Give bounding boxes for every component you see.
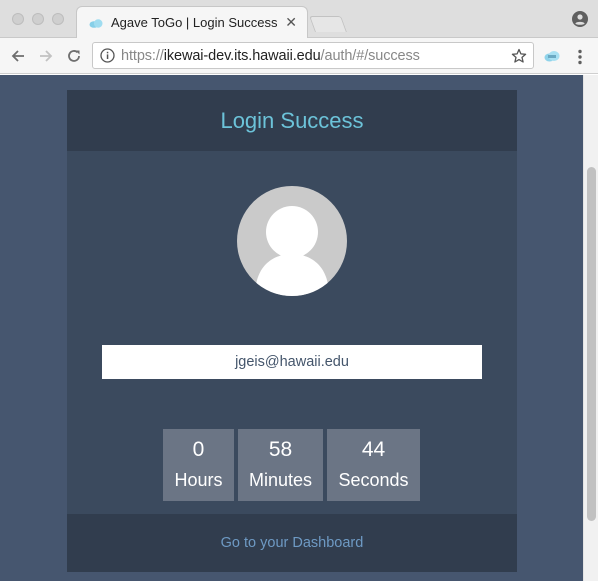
url-protocol: https:// [121,47,164,64]
url-text: https://ikewai-dev.its.hawaii.edu/auth/#… [121,48,420,64]
cloud-favicon-icon [89,18,103,28]
maximize-window-button[interactable] [52,13,64,25]
card-header: Login Success [67,90,517,151]
user-email: jgeis@hawaii.edu [235,354,349,370]
tab-title: Agave ToGo | Login Success [111,15,278,30]
countdown-hours-value: 0 [192,438,205,461]
countdown-hours-label: Hours [174,470,223,490]
login-success-card: Login Success jgeis@hawaii.edu 0 Hours 5… [67,90,517,572]
countdown-seconds-value: 44 [361,438,386,461]
back-button[interactable] [8,46,28,66]
countdown-minutes: 58 Minutes [238,429,323,501]
countdown-seconds: 44 Seconds [327,429,420,501]
forward-arrow-icon [40,50,53,62]
user-avatar-icon [255,206,329,296]
page-scrollbar[interactable] [583,75,598,581]
info-icon[interactable] [100,48,115,63]
menu-dots-icon[interactable] [574,48,586,66]
star-icon[interactable] [511,48,527,64]
url-host: ikewai-dev.its.hawaii.edu [163,47,321,64]
forward-button[interactable] [36,46,56,66]
page-title: Login Success [220,107,364,133]
minimize-window-button[interactable] [32,13,44,25]
reload-button[interactable] [64,46,84,66]
browser-tab-strip: Agave ToGo | Login Success ✕ [0,0,598,38]
countdown-seconds-label: Seconds [338,470,409,490]
reload-icon [68,50,80,62]
url-path: /auth/#/success [320,47,420,64]
close-icon[interactable]: ✕ [285,15,297,29]
browser-tab-active[interactable]: Agave ToGo | Login Success ✕ [76,6,308,38]
profile-icon[interactable] [572,11,588,27]
close-window-button[interactable] [12,13,24,25]
address-bar[interactable]: https://ikewai-dev.its.hawaii.edu/auth/#… [92,42,534,69]
countdown-minutes-label: Minutes [248,470,313,490]
back-arrow-icon [11,50,24,62]
scrollbar-thumb[interactable] [587,167,596,521]
new-tab-button[interactable] [309,16,347,32]
countdown-minutes-value: 58 [268,438,293,461]
extension-icon[interactable] [544,49,560,63]
countdown-hours: 0 Hours [163,429,234,501]
avatar [237,186,347,296]
dashboard-link[interactable]: Go to your Dashboard [221,535,364,551]
user-email-field: jgeis@hawaii.edu [102,345,482,379]
page-viewport: Login Success jgeis@hawaii.edu 0 Hours 5… [0,75,598,581]
browser-toolbar: https://ikewai-dev.its.hawaii.edu/auth/#… [0,38,598,74]
card-footer: Go to your Dashboard [67,514,517,572]
